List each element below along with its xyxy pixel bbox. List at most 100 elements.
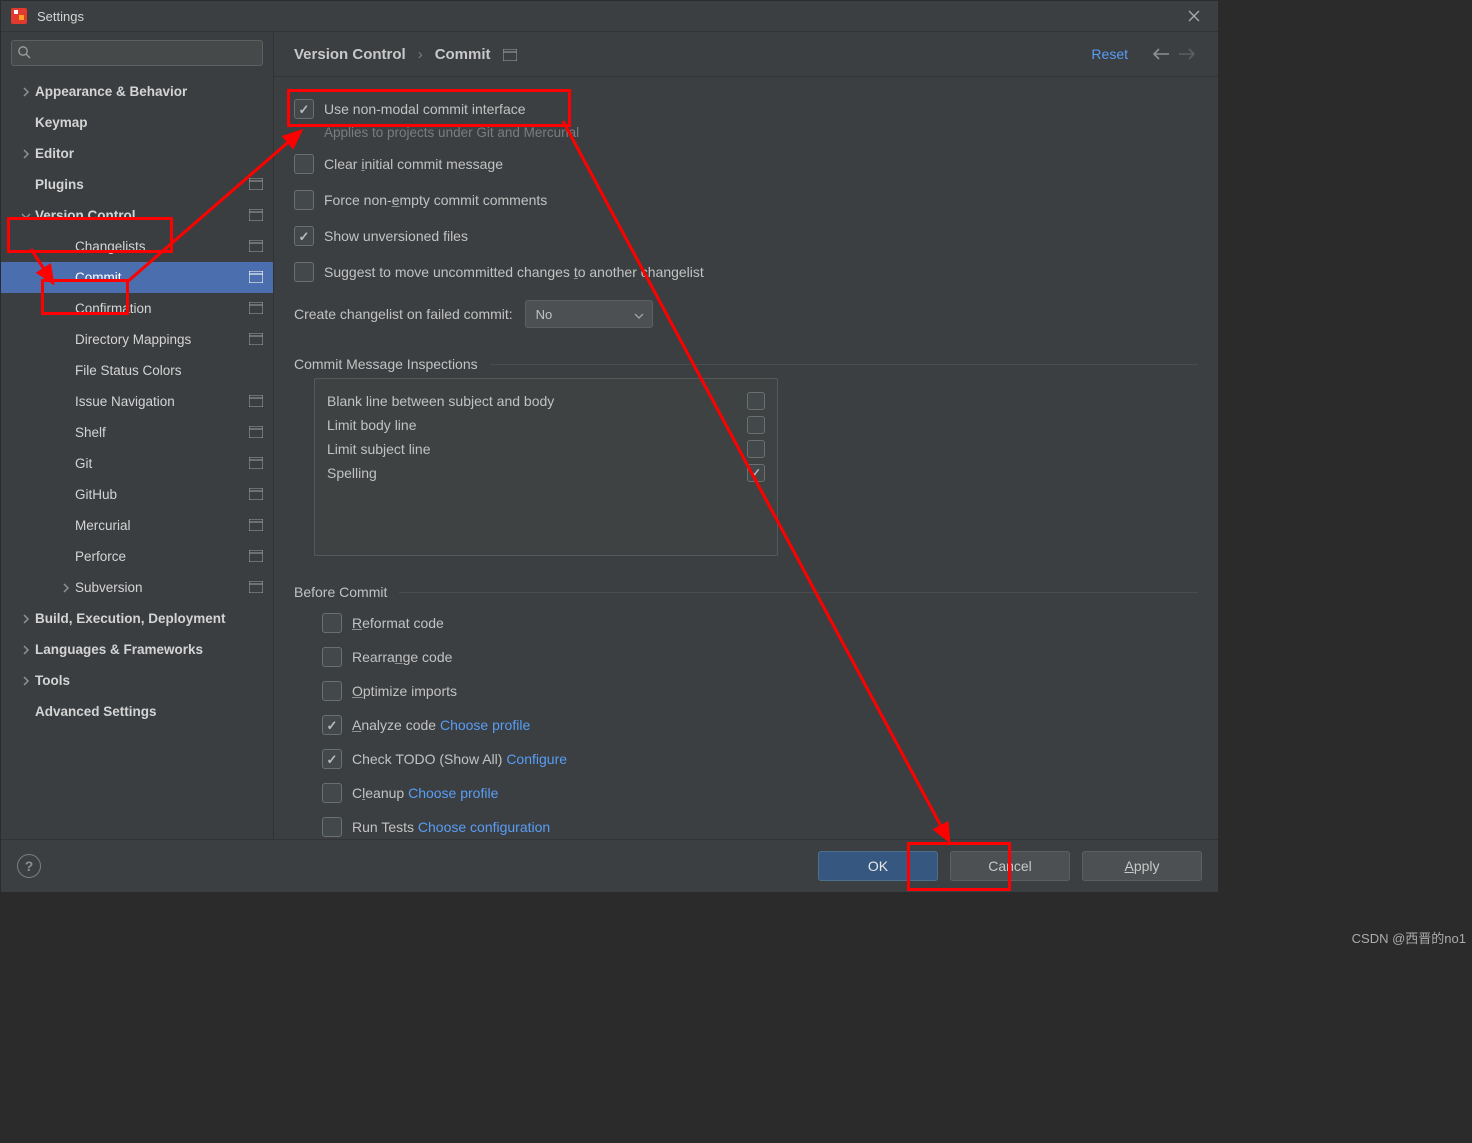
settings-tree[interactable]: Appearance & BehaviorKeymapEditorPlugins… [1,74,273,839]
analyze-link[interactable]: Choose profile [440,717,530,733]
inspection-row[interactable]: Limit subject line [327,437,765,461]
sidebar-item-tools[interactable]: Tools [1,665,273,696]
settings-search[interactable] [11,40,263,66]
force-nonempty-row[interactable]: Force non-empty commit comments [294,182,1198,218]
inspection-checkbox[interactable] [747,464,765,482]
inspection-row[interactable]: Limit body line [327,413,765,437]
sidebar-item-file-status-colors[interactable]: File Status Colors [1,355,273,386]
expand-arrow-icon[interactable] [17,149,35,159]
sidebar-item-perforce[interactable]: Perforce [1,541,273,572]
page-header: Version Control › Commit Reset [274,32,1218,77]
show-unversioned-checkbox[interactable] [294,226,314,246]
optimize-checkbox[interactable] [322,681,342,701]
inspection-checkbox[interactable] [747,416,765,434]
inspection-label: Limit subject line [327,441,431,457]
sidebar-item-label: Version Control [35,208,136,223]
expand-arrow-icon[interactable] [17,676,35,686]
create-changelist-select[interactable]: No [525,300,653,328]
sidebar-item-directory-mappings[interactable]: Directory Mappings [1,324,273,355]
force-nonempty-label: Force non-empty commit comments [324,192,547,208]
project-scope-icon [503,48,517,60]
expand-arrow-icon[interactable] [17,211,35,221]
clear-initial-row[interactable]: Clear initial commit message [294,146,1198,182]
window-close-button[interactable] [1180,2,1208,30]
sidebar-item-commit[interactable]: Commit [1,262,273,293]
sidebar-item-keymap[interactable]: Keymap [1,107,273,138]
analyze-label: Analyze code Choose profile [352,717,530,733]
sidebar-item-label: Directory Mappings [75,332,191,347]
nav-back-button[interactable] [1150,43,1172,65]
project-scope-icon [249,178,263,190]
ok-button[interactable]: OK [818,851,938,881]
project-scope-icon [249,488,263,500]
sidebar-item-label: Advanced Settings [35,704,157,719]
cleanup-row[interactable]: Cleanup Choose profile [322,776,1198,810]
sidebar-item-shelf[interactable]: Shelf [1,417,273,448]
sidebar-item-github[interactable]: GitHub [1,479,273,510]
reformat-checkbox[interactable] [322,613,342,633]
sidebar-item-version-control[interactable]: Version Control [1,200,273,231]
help-button[interactable]: ? [17,854,41,878]
inspection-checkbox[interactable] [747,392,765,410]
dialog-footer: ? OK Cancel Apply [1,839,1218,892]
force-nonempty-checkbox[interactable] [294,190,314,210]
sidebar-item-confirmation[interactable]: Confirmation [1,293,273,324]
rearrange-checkbox[interactable] [322,647,342,667]
optimize-row[interactable]: Optimize imports [322,674,1198,708]
inspection-checkbox[interactable] [747,440,765,458]
rearrange-row[interactable]: Rearrange code [322,640,1198,674]
cancel-button[interactable]: Cancel [950,851,1070,881]
sidebar-item-mercurial[interactable]: Mercurial [1,510,273,541]
sidebar-item-appearance-behavior[interactable]: Appearance & Behavior [1,76,273,107]
titlebar: Settings [1,1,1218,32]
settings-window: Settings Appearance & BehaviorKeymapEdit… [0,0,1219,891]
apply-button[interactable]: Apply [1082,851,1202,881]
expand-arrow-icon[interactable] [17,614,35,624]
todo-checkbox[interactable] [322,749,342,769]
sidebar-item-changelists[interactable]: Changelists [1,231,273,262]
inspection-row[interactable]: Blank line between subject and body [327,389,765,413]
sidebar-item-git[interactable]: Git [1,448,273,479]
todo-row[interactable]: Check TODO (Show All) Configure [322,742,1198,776]
cleanup-link[interactable]: Choose profile [408,785,498,801]
analyze-row[interactable]: Analyze code Choose profile [322,708,1198,742]
tests-checkbox[interactable] [322,817,342,837]
sidebar-item-subversion[interactable]: Subversion [1,572,273,603]
sidebar-item-build-execution-deployment[interactable]: Build, Execution, Deployment [1,603,273,634]
tests-link[interactable]: Choose configuration [418,819,550,835]
project-scope-icon [249,333,263,345]
expand-arrow-icon[interactable] [57,583,75,593]
todo-link[interactable]: Configure [506,751,567,767]
breadcrumb-parent[interactable]: Version Control [294,46,406,63]
analyze-checkbox[interactable] [322,715,342,735]
use-non-modal-row[interactable]: Use non-modal commit interface [294,91,1198,127]
expand-arrow-icon[interactable] [17,87,35,97]
sidebar-item-advanced-settings[interactable]: Advanced Settings [1,696,273,727]
search-input[interactable] [11,40,263,66]
search-icon [17,45,31,59]
cleanup-label: Cleanup Choose profile [352,785,498,801]
suggest-move-checkbox[interactable] [294,262,314,282]
sidebar-item-plugins[interactable]: Plugins [1,169,273,200]
inspection-label: Limit body line [327,417,417,433]
project-scope-icon [249,209,263,221]
sidebar-item-editor[interactable]: Editor [1,138,273,169]
reset-link[interactable]: Reset [1091,46,1128,62]
project-scope-icon [249,519,263,531]
app-icon [11,8,27,24]
reformat-row[interactable]: Reformat code [322,606,1198,640]
sidebar-item-languages-frameworks[interactable]: Languages & Frameworks [1,634,273,665]
sidebar-item-label: Confirmation [75,301,152,316]
sidebar-item-issue-navigation[interactable]: Issue Navigation [1,386,273,417]
clear-initial-checkbox[interactable] [294,154,314,174]
inspections-title: Commit Message Inspections [294,356,1198,372]
inspection-row[interactable]: Spelling [327,461,765,485]
create-changelist-label: Create changelist on failed commit: [294,306,513,322]
cleanup-checkbox[interactable] [322,783,342,803]
suggest-move-row[interactable]: Suggest to move uncommitted changes to a… [294,254,1198,290]
tests-label: Run Tests Choose configuration [352,819,550,835]
tests-row[interactable]: Run Tests Choose configuration [322,810,1198,839]
use-non-modal-checkbox[interactable] [294,99,314,119]
expand-arrow-icon[interactable] [17,645,35,655]
show-unversioned-row[interactable]: Show unversioned files [294,218,1198,254]
